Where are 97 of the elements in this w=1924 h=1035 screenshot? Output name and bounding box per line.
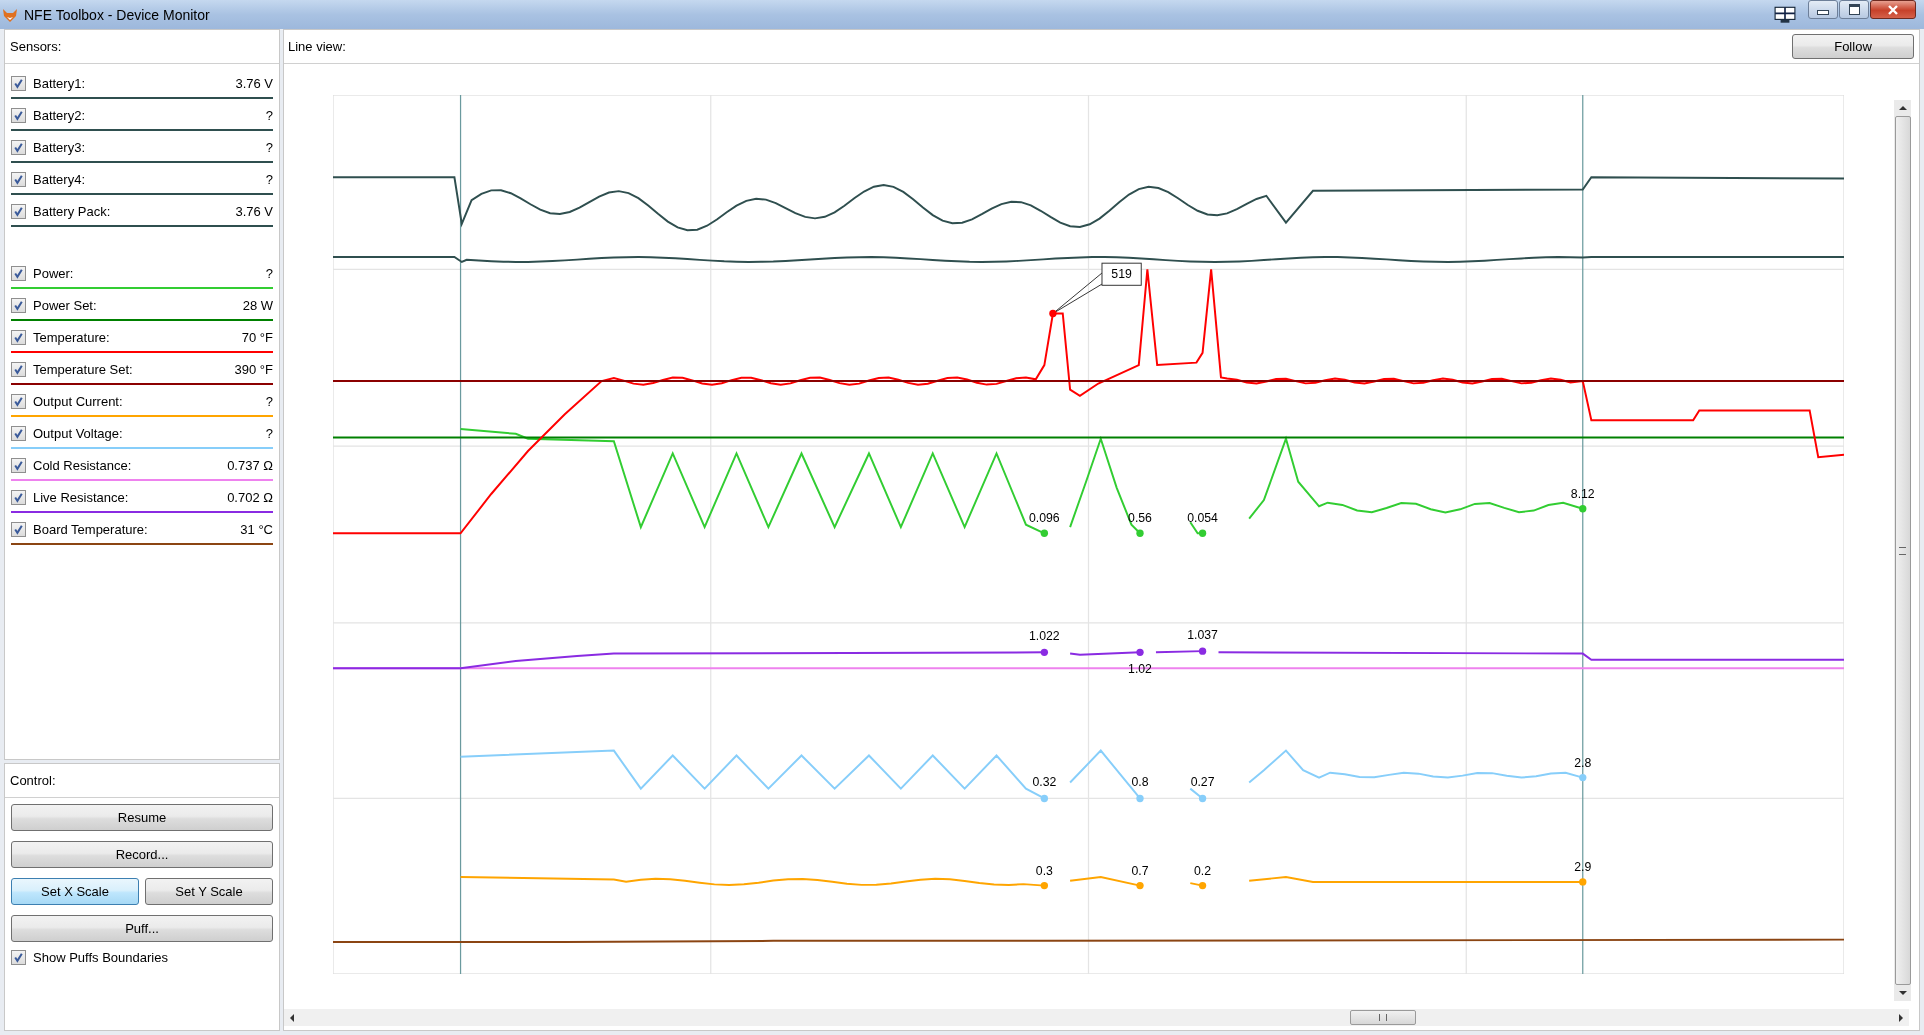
data-point-marker bbox=[1198, 794, 1207, 803]
sensor-value: 70 °F bbox=[241, 330, 273, 345]
value-label: 0.7 bbox=[1131, 863, 1149, 878]
value-label: 2.9 bbox=[1574, 859, 1592, 874]
control-button[interactable]: Set X Scale bbox=[11, 878, 139, 905]
data-point-marker bbox=[1040, 648, 1049, 657]
follow-button[interactable]: Follow bbox=[1792, 34, 1914, 59]
checkbox[interactable] bbox=[11, 140, 26, 155]
value-label: 0.32 bbox=[1032, 775, 1057, 790]
sensor-value: 3.76 V bbox=[235, 204, 273, 219]
scroll-thumb[interactable] bbox=[1349, 1010, 1416, 1025]
value-label: 0.096 bbox=[1029, 511, 1060, 526]
value-label: 0.8 bbox=[1131, 775, 1149, 790]
data-point-marker bbox=[1136, 648, 1144, 657]
value-label: 1.037 bbox=[1187, 627, 1218, 642]
sensor-value: 3.76 V bbox=[235, 76, 273, 91]
data-point-marker bbox=[1040, 881, 1049, 890]
sensor-value: 28 W bbox=[242, 298, 273, 313]
sensor-label: Power Set: bbox=[33, 298, 97, 313]
window-title: NFE Toolbox - Device Monitor bbox=[24, 6, 210, 23]
checkbox-label: Show Puffs Boundaries bbox=[33, 950, 168, 965]
sensor-label: Output Voltage: bbox=[33, 426, 123, 441]
control-button[interactable]: Puff... bbox=[11, 915, 273, 942]
value-label: 2.8 bbox=[1574, 755, 1592, 770]
value-label: 0.27 bbox=[1190, 775, 1215, 790]
sensor-value: ? bbox=[265, 266, 273, 281]
sensor-label: Battery1: bbox=[33, 76, 86, 91]
sensor-value: 0.702 Ω bbox=[227, 490, 273, 505]
data-point-marker bbox=[1198, 881, 1207, 890]
data-point-marker bbox=[1198, 529, 1207, 537]
scroll-down-icon[interactable] bbox=[1898, 991, 1907, 995]
sensor-value: 390 °F bbox=[234, 362, 273, 377]
sensor-value: 0.737 Ω bbox=[227, 458, 273, 473]
data-point-marker bbox=[1040, 794, 1049, 803]
checkbox[interactable] bbox=[11, 108, 26, 123]
value-label: 0.3 bbox=[1035, 863, 1053, 878]
checkbox[interactable] bbox=[11, 426, 26, 441]
sensor-value: ? bbox=[265, 140, 273, 155]
value-label: 1.02 bbox=[1128, 662, 1152, 677]
checkbox[interactable] bbox=[11, 172, 26, 187]
checkbox[interactable] bbox=[11, 522, 26, 537]
sensor-label: Battery4: bbox=[33, 172, 86, 187]
data-point-marker bbox=[1136, 794, 1144, 803]
value-label: 0.2 bbox=[1194, 863, 1212, 878]
checkbox[interactable] bbox=[11, 298, 26, 313]
data-point-marker bbox=[1579, 878, 1587, 886]
sensor-label: Live Resistance: bbox=[33, 490, 129, 505]
sensor-value: ? bbox=[265, 426, 273, 441]
value-callout: 519 bbox=[1101, 262, 1142, 286]
value-label: 0.054 bbox=[1187, 511, 1218, 526]
panel-title: Control: bbox=[10, 773, 56, 788]
sensor-label: Battery2: bbox=[33, 108, 86, 123]
scroll-right-icon[interactable] bbox=[1899, 1013, 1903, 1022]
layout-grid-icon[interactable] bbox=[1774, 5, 1796, 24]
fox-icon bbox=[2, 6, 18, 23]
data-point-marker bbox=[1136, 529, 1144, 537]
checkbox[interactable] bbox=[11, 950, 26, 965]
data-point-marker bbox=[1049, 309, 1057, 318]
sensor-value: ? bbox=[265, 394, 273, 409]
sensor-label: Temperature Set: bbox=[33, 362, 133, 377]
value-label: 1.022 bbox=[1029, 629, 1060, 644]
sensor-value: ? bbox=[265, 172, 273, 187]
data-point-marker bbox=[1136, 881, 1144, 890]
sensor-value: 31 °C bbox=[240, 522, 273, 537]
close-button[interactable] bbox=[1870, 0, 1916, 19]
data-point-marker bbox=[1579, 505, 1587, 513]
sensor-label: Battery3: bbox=[33, 140, 86, 155]
sensor-label: Power: bbox=[33, 266, 74, 281]
checkbox[interactable] bbox=[11, 394, 26, 409]
sensor-label: Battery Pack: bbox=[33, 204, 111, 219]
control-button[interactable]: Resume bbox=[11, 804, 273, 831]
minimize-button[interactable] bbox=[1808, 0, 1838, 19]
maximize-button[interactable] bbox=[1839, 0, 1869, 19]
checkbox[interactable] bbox=[11, 204, 26, 219]
checkbox[interactable] bbox=[11, 490, 26, 505]
value-label: 8.12 bbox=[1570, 486, 1595, 501]
scroll-up-icon[interactable] bbox=[1898, 106, 1907, 110]
close-icon bbox=[1887, 3, 1899, 16]
data-point-marker bbox=[1198, 647, 1207, 655]
data-point-marker bbox=[1040, 529, 1049, 537]
checkbox[interactable] bbox=[11, 330, 26, 345]
panel-title: Line view: bbox=[288, 39, 346, 54]
control-button[interactable]: Record... bbox=[11, 841, 273, 868]
checkbox[interactable] bbox=[11, 266, 26, 281]
panel-title: Sensors: bbox=[10, 39, 62, 54]
control-button[interactable]: Set Y Scale bbox=[145, 878, 273, 905]
checkbox[interactable] bbox=[11, 76, 26, 91]
sensor-label: Cold Resistance: bbox=[33, 458, 132, 473]
sensor-label: Temperature: bbox=[33, 330, 110, 345]
horizontal-scrollbar[interactable] bbox=[284, 1009, 1909, 1026]
data-point-marker bbox=[1579, 773, 1587, 782]
scroll-left-icon[interactable] bbox=[290, 1013, 294, 1022]
checkbox[interactable] bbox=[11, 362, 26, 377]
sensor-value: ? bbox=[265, 108, 273, 123]
sensor-label: Output Current: bbox=[33, 394, 123, 409]
checkbox[interactable] bbox=[11, 458, 26, 473]
sensor-label: Board Temperature: bbox=[33, 522, 148, 537]
